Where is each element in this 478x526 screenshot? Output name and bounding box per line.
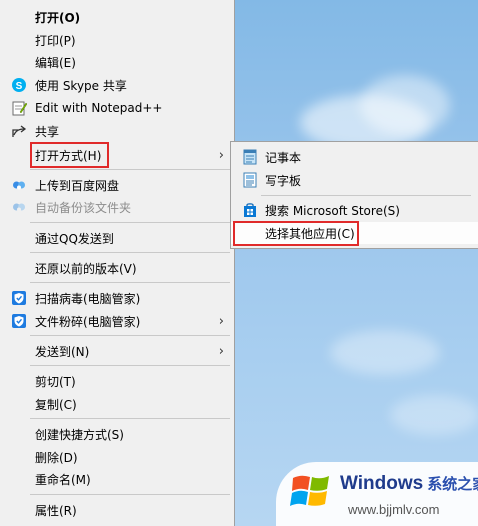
chevron-right-icon: ›	[218, 148, 224, 163]
menu-item-share[interactable]: 共享	[0, 120, 234, 142]
menu-separator	[30, 282, 230, 283]
wordpad-icon	[242, 172, 258, 188]
menu-separator	[30, 335, 230, 336]
menu-item-rename[interactable]: 重命名(M)	[0, 468, 234, 490]
menu-item-label: 打印(P)	[35, 33, 76, 48]
menu-item-label: Edit with Notepad++	[35, 101, 163, 115]
submenu-item-label: 搜索 Microsoft Store(S)	[265, 203, 400, 218]
cloud	[390, 395, 478, 435]
chevron-right-icon: ›	[218, 344, 224, 359]
menu-item-label: 创建快捷方式(S)	[35, 427, 124, 442]
menu-item-label: 打开(O)	[35, 10, 81, 25]
submenu-item-label: 记事本	[265, 150, 302, 165]
watermark-title: Windows系统之家	[340, 473, 478, 495]
menu-item-label: 发送到(N)	[35, 344, 90, 359]
submenu-item-notepad[interactable]: 记事本	[231, 146, 478, 168]
menu-item-label: 扫描病毒(电脑管家)	[35, 291, 141, 306]
submenu-item-wordpad[interactable]: 写字板	[231, 169, 478, 191]
watermark-brand-cn: 系统之家	[427, 476, 478, 493]
menu-item-label: 属性(R)	[35, 503, 77, 518]
menu-separator	[30, 222, 230, 223]
menu-item-label: 重命名(M)	[35, 472, 91, 487]
menu-item-print[interactable]: 打印(P)	[0, 29, 234, 51]
watermark-brand: Windows	[340, 473, 424, 494]
menu-item-edit-notepad-plus-plus[interactable]: Edit with Notepad++	[0, 97, 234, 119]
share-icon	[11, 123, 27, 139]
menu-item-scan-virus[interactable]: 扫描病毒(电脑管家)	[0, 287, 234, 309]
notepad-plus-plus-icon	[11, 100, 28, 116]
cloud	[330, 330, 440, 375]
context-menu: 打开(O) 打印(P) 编辑(E) S 使用 Skype 共享 Edit wit…	[0, 0, 235, 526]
chevron-right-icon: ›	[218, 314, 224, 329]
windows-logo-icon	[290, 470, 332, 512]
menu-item-share-skype[interactable]: S 使用 Skype 共享	[0, 74, 234, 96]
menu-separator	[261, 195, 471, 196]
menu-item-label: 剪切(T)	[35, 374, 76, 389]
menu-item-label: 文件粉碎(电脑管家)	[35, 314, 141, 329]
menu-item-edit[interactable]: 编辑(E)	[0, 51, 234, 73]
baidu-netdisk-icon	[11, 177, 27, 193]
menu-item-shred-file[interactable]: 文件粉碎(电脑管家) ›	[0, 310, 234, 332]
menu-item-label: 复制(C)	[35, 397, 77, 412]
submenu-item-search-store[interactable]: 搜索 Microsoft Store(S)	[231, 199, 478, 221]
menu-item-cut[interactable]: 剪切(T)	[0, 370, 234, 392]
menu-item-label: 还原以前的版本(V)	[35, 261, 137, 276]
menu-item-label: 自动备份该文件夹	[35, 200, 132, 215]
tencent-pc-manager-icon	[11, 313, 27, 329]
menu-item-restore-previous[interactable]: 还原以前的版本(V)	[0, 257, 234, 279]
notepad-icon	[242, 149, 258, 165]
cloud	[360, 75, 450, 135]
menu-item-label: 编辑(E)	[35, 55, 76, 70]
menu-item-label: 使用 Skype 共享	[35, 78, 127, 93]
menu-item-open[interactable]: 打开(O)	[0, 6, 234, 28]
menu-item-create-shortcut[interactable]: 创建快捷方式(S)	[0, 423, 234, 445]
menu-separator	[30, 494, 230, 495]
menu-item-label: 共享	[35, 124, 60, 139]
menu-item-label: 上传到百度网盘	[35, 178, 120, 193]
menu-item-delete[interactable]: 删除(D)	[0, 446, 234, 468]
skype-icon: S	[11, 77, 27, 93]
open-with-submenu: 记事本 写字板 搜索 Microsoft Store(S) 选择其他应用(C)	[230, 141, 478, 249]
menu-item-send-to[interactable]: 发送到(N) ›	[0, 340, 234, 362]
menu-item-auto-backup[interactable]: 自动备份该文件夹	[0, 196, 234, 218]
microsoft-store-icon	[242, 202, 258, 218]
menu-separator	[30, 365, 230, 366]
submenu-item-label: 写字板	[265, 173, 302, 188]
menu-separator	[30, 418, 230, 419]
menu-item-properties[interactable]: 属性(R)	[0, 499, 234, 521]
menu-separator	[30, 169, 230, 170]
svg-text:S: S	[16, 81, 23, 92]
watermark-url: www.bjjmlv.com	[348, 502, 440, 517]
menu-separator	[30, 252, 230, 253]
menu-item-send-via-qq[interactable]: 通过QQ发送到	[0, 227, 234, 249]
menu-item-label: 删除(D)	[35, 450, 78, 465]
menu-item-upload-baidu[interactable]: 上传到百度网盘	[0, 174, 234, 196]
tencent-pc-manager-icon	[11, 290, 27, 306]
highlight-box	[233, 221, 359, 246]
highlight-box	[30, 142, 109, 168]
baidu-netdisk-icon	[11, 199, 27, 215]
menu-item-copy[interactable]: 复制(C)	[0, 393, 234, 415]
menu-item-label: 通过QQ发送到	[35, 231, 114, 246]
watermark: Windows系统之家 www.bjjmlv.com	[276, 462, 478, 526]
